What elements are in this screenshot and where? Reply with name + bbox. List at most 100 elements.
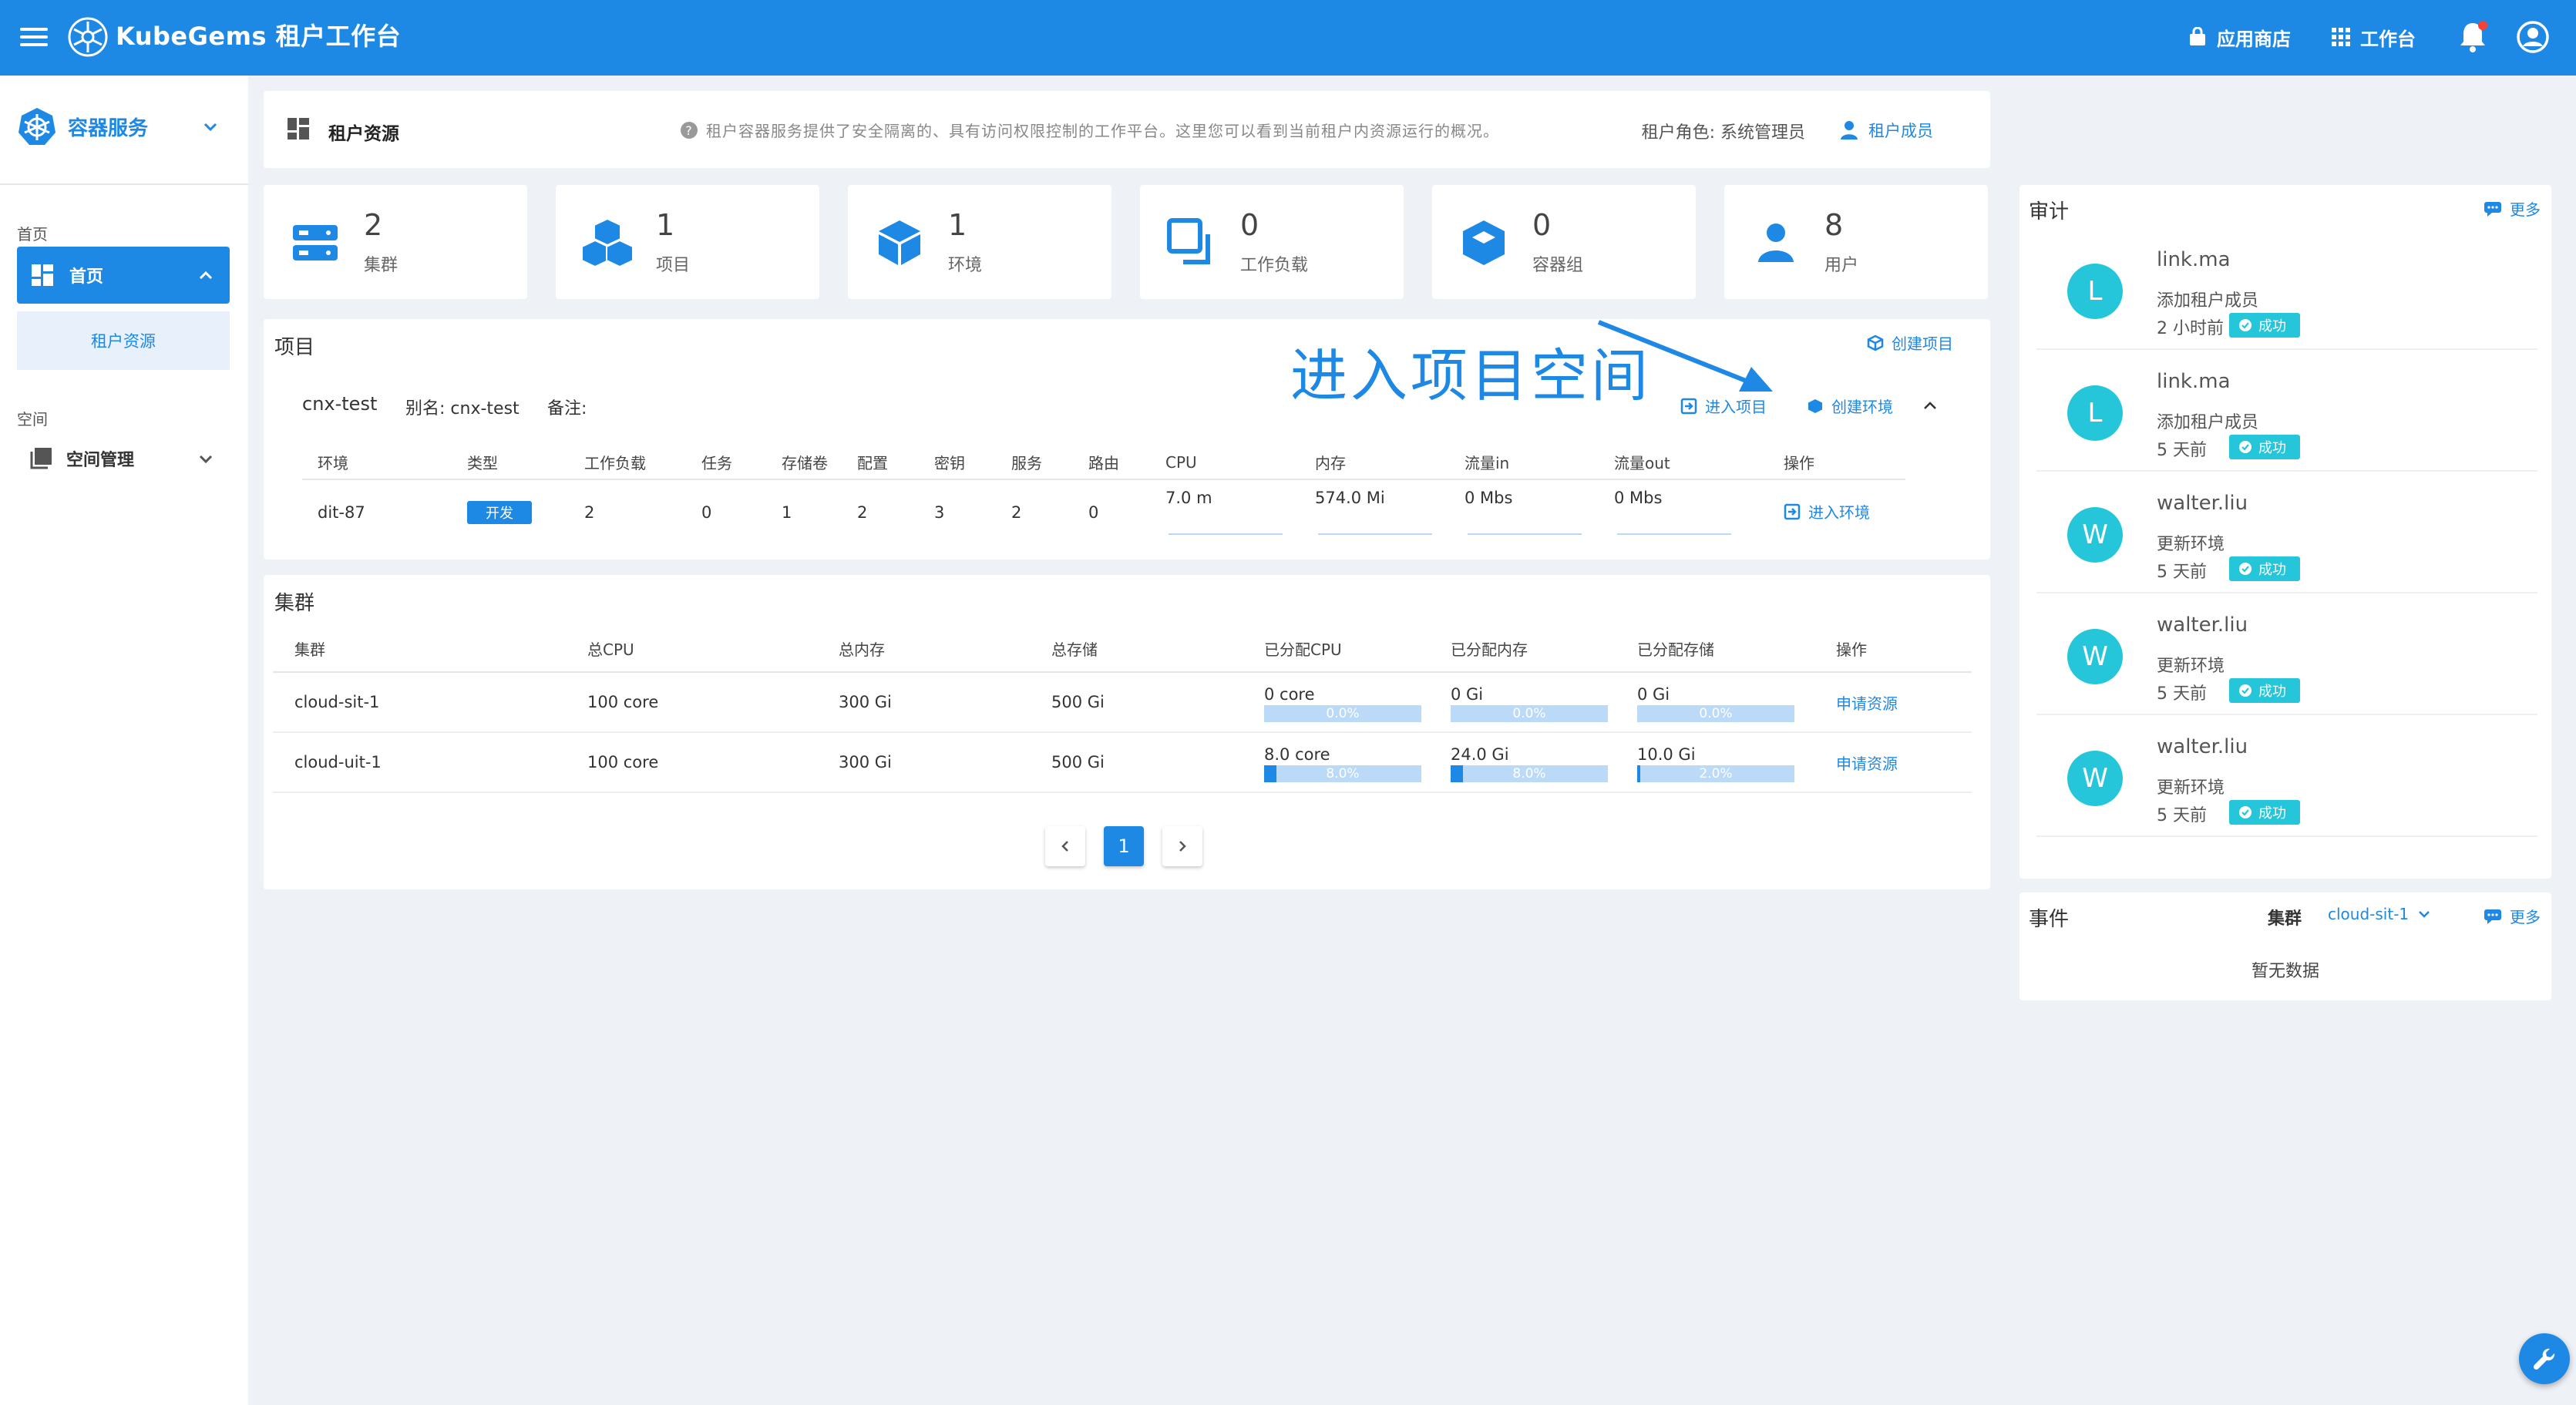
create-environment-button[interactable]: 创建环境 xyxy=(1807,395,1893,417)
column-header: 总CPU xyxy=(566,626,817,673)
audit-time: 5 天前 xyxy=(2157,806,2207,825)
column-header: 流量out xyxy=(1599,445,1768,480)
project-name: 容器服务 xyxy=(68,116,149,140)
events-title: 事件 xyxy=(2029,908,2070,931)
prev-page-button[interactable] xyxy=(1045,826,1085,866)
menu-icon[interactable] xyxy=(20,23,48,51)
column-header: 操作 xyxy=(1814,626,1972,673)
allocated-cpu: 8.0 core 8.0% xyxy=(1264,745,1421,782)
cpu-sparkline xyxy=(1169,533,1283,535)
status-badge-label: 成功 xyxy=(2258,805,2286,822)
column-header: 工作负载 xyxy=(569,445,686,480)
request-resource-link[interactable]: 申请资源 xyxy=(1814,672,1972,733)
dashboard-icon xyxy=(288,118,309,139)
column-header: 已分配CPU xyxy=(1243,626,1429,673)
sidebar-item-tenant-resources[interactable]: 租户资源 xyxy=(17,311,230,370)
events-more-button[interactable]: 更多 xyxy=(2484,905,2541,927)
next-page-button[interactable] xyxy=(1162,826,1202,866)
create-project-button[interactable]: 创建项目 xyxy=(1867,331,1953,354)
audit-more-button[interactable]: 更多 xyxy=(2484,197,2541,220)
page-button-1[interactable]: 1 xyxy=(1104,826,1144,866)
audit-user: link.ma xyxy=(2157,370,2231,393)
chevron-down-icon xyxy=(2419,911,2430,918)
status-badge-label: 成功 xyxy=(2258,318,2286,334)
status-badge: 成功 xyxy=(2229,313,2300,338)
brand-title: KubeGems 租户工作台 xyxy=(116,22,402,51)
cell-configs: 2 xyxy=(857,503,868,522)
audit-item: W walter.liu 更新环境 5 天前 成功 xyxy=(2036,472,2537,593)
account-icon[interactable] xyxy=(2516,20,2550,54)
workbench-button[interactable]: 工作台 xyxy=(2331,22,2416,52)
chevron-up-icon xyxy=(199,271,213,280)
allocated-storage-bar: 2.0% xyxy=(1637,765,1794,782)
help-icon: ? xyxy=(681,121,698,139)
stat-label: 集群 xyxy=(364,256,399,275)
cluster-name: cloud-sit-1 xyxy=(273,672,566,733)
audit-user: link.ma xyxy=(2157,248,2231,271)
cell-jobs: 0 xyxy=(701,503,712,522)
project-switcher[interactable]: 容器服务 xyxy=(17,106,225,146)
tenant-role: 租户角色: 系统管理员 xyxy=(1641,123,1805,143)
allocated-cpu-bar: 0.0% xyxy=(1264,705,1421,722)
traffic-in-metric: 0 Mbs xyxy=(1465,486,1599,539)
message-icon xyxy=(2484,201,2501,217)
chevron-up-icon[interactable] xyxy=(1921,396,1939,415)
page-help-text: 租户容器服务提供了安全隔离的、具有访问权限控制的工作平台。这里您可以看到当前租户… xyxy=(706,122,1499,140)
events-card: 事件 集群 cloud-sit-1 更多 暂无数据 xyxy=(2019,892,2551,1000)
check-circle-icon xyxy=(2239,684,2251,697)
column-header: 类型 xyxy=(452,445,569,480)
stat-label: 工作负载 xyxy=(1240,256,1309,275)
audit-item: L link.ma 添加租户成员 5 天前 成功 xyxy=(2036,350,2537,472)
events-cluster-label: 集群 xyxy=(2268,909,2302,929)
tenant-members-link[interactable]: 租户成员 xyxy=(1839,119,1933,142)
traffic-out-metric: 0 Mbs xyxy=(1614,486,1768,539)
events-cluster-select[interactable]: cloud-sit-1 xyxy=(2328,905,2432,923)
allocated-cpu-value: 8.0 core xyxy=(1264,745,1330,764)
audit-action: 更新环境 xyxy=(2157,657,2225,676)
audit-user: walter.liu xyxy=(2157,735,2248,758)
settings-fab-button[interactable] xyxy=(2519,1333,2570,1384)
bell-icon[interactable] xyxy=(2457,20,2488,54)
memory-value: 574.0 Mi xyxy=(1315,488,1385,507)
stat-label: 环境 xyxy=(948,256,983,275)
sidebar-item-home[interactable]: 首页 xyxy=(17,247,230,304)
column-header: 集群 xyxy=(273,626,566,673)
enter-environment-button[interactable]: 进入环境 xyxy=(1784,500,1870,523)
section-space-label: 空间 xyxy=(17,410,48,429)
server-icon xyxy=(293,225,338,260)
status-badge: 成功 xyxy=(2229,800,2300,825)
audit-time: 5 天前 xyxy=(2157,563,2207,582)
stat-value: 2 xyxy=(364,208,383,242)
audit-time: 5 天前 xyxy=(2157,684,2207,704)
sidebar-item-space-management[interactable]: 空间管理 xyxy=(17,432,230,486)
tenant-members-label: 租户成员 xyxy=(1868,122,1933,140)
create-project-label: 创建项目 xyxy=(1892,334,1953,353)
allocated-cpu-percent: 8.0% xyxy=(1326,766,1360,781)
stat-card-users: 8 用户 xyxy=(1724,185,1988,299)
allocated-storage: 10.0 Gi 2.0% xyxy=(1637,745,1794,782)
memory-metric: 574.0 Mi xyxy=(1315,486,1449,539)
status-badge: 成功 xyxy=(2229,678,2300,703)
stat-card-pods: 0 容器组 xyxy=(1432,185,1696,299)
project-alias: 别名: cnx-test xyxy=(405,399,520,418)
allocated-storage: 0 Gi 0.0% xyxy=(1637,685,1794,722)
audit-action: 添加租户成员 xyxy=(2157,291,2259,311)
traffic-in-value: 0 Mbs xyxy=(1465,488,1513,507)
audit-item: L link.ma 添加租户成员 2 小时前 成功 xyxy=(2036,228,2537,350)
request-resource-link[interactable]: 申请资源 xyxy=(1814,732,1972,793)
stat-card-environments: 1 环境 xyxy=(848,185,1111,299)
stat-label: 容器组 xyxy=(1532,256,1584,275)
app-store-button[interactable]: 应用商店 xyxy=(2188,22,2291,52)
stat-card-workloads: 0 工作负载 xyxy=(1140,185,1404,299)
column-header: 总内存 xyxy=(817,626,1030,673)
cluster-total-memory: 300 Gi xyxy=(817,732,1030,793)
check-circle-icon xyxy=(2239,563,2251,575)
env-type-badge: 开发 xyxy=(467,500,532,524)
annotation-arrow-icon xyxy=(1597,320,1773,392)
cluster-total-cpu: 100 core xyxy=(566,672,817,733)
table-header-row: 环境 类型 工作负载 任务 存储卷 配置 密钥 服务 路由 CPU 内存 流量i… xyxy=(302,445,1905,480)
cluster-total-cpu: 100 core xyxy=(566,732,817,793)
column-header: 密钥 xyxy=(919,445,996,480)
copy-icon xyxy=(1167,218,1210,264)
environments-table: 环境 类型 工作负载 任务 存储卷 配置 密钥 服务 路由 CPU 内存 流量i… xyxy=(302,445,1905,544)
